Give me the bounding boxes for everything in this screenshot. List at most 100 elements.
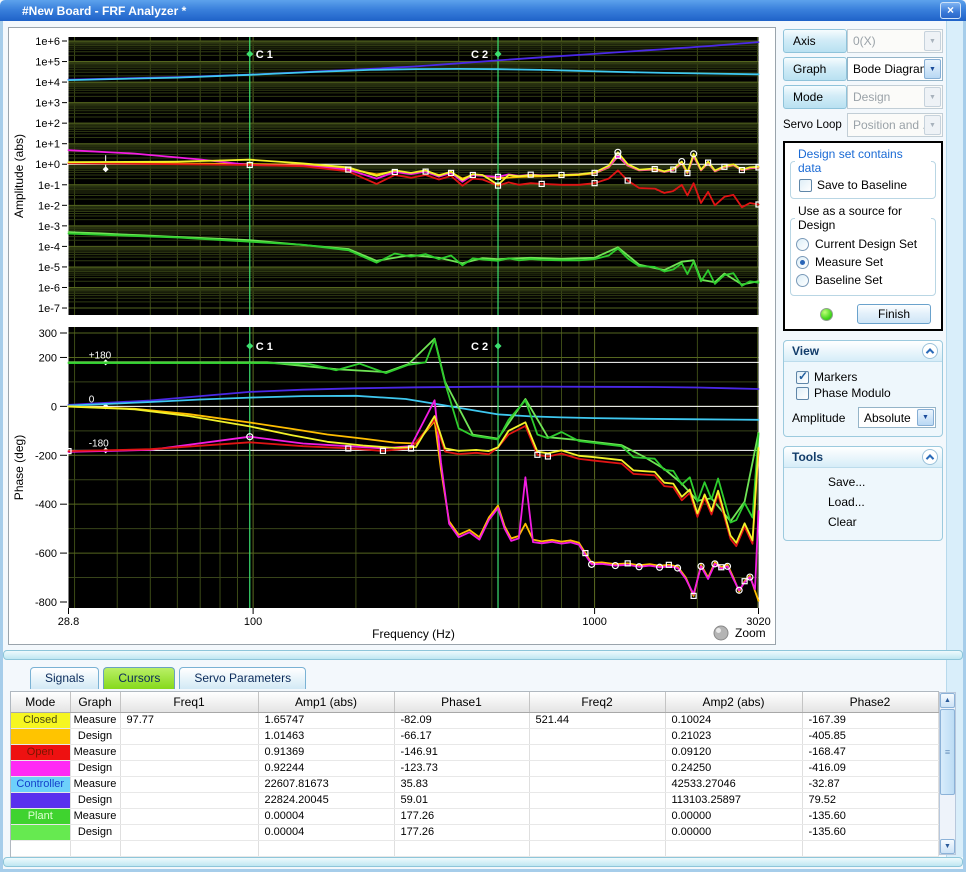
table-row[interactable]: ClosedMeasure97.771.65747-82.09521.440.1… [11,712,938,728]
table-row[interactable]: Design0.00004177.260.00000-135.60 [11,824,938,840]
table-row[interactable]: Design1.01463-66.170.21023-405.85 [11,728,938,744]
radio-baseline-set[interactable]: Baseline Set [796,273,931,287]
status-led-icon [820,308,833,321]
title-bar[interactable]: #New Board - FRF Analyzer * × [0,0,966,21]
table-cell: 0.00000 [665,824,802,840]
chevron-down-icon[interactable]: ▼ [917,409,934,426]
markers-row[interactable]: Markers [796,370,936,384]
view-expander-header[interactable]: View [784,341,942,362]
amplitude-dropdown[interactable]: Absolute ▼ [858,407,936,428]
save-to-baseline-checkbox[interactable] [799,179,812,192]
svg-text:1e-2: 1e-2 [38,200,60,212]
radio-icon[interactable] [796,238,809,251]
column-header[interactable]: Phase1 [394,692,529,712]
svg-text:-600: -600 [35,548,57,560]
mode-swatch-cell [11,760,70,776]
tab-servo-parameters[interactable]: Servo Parameters [179,667,306,689]
column-header[interactable]: Amp2 (abs) [665,692,802,712]
column-header[interactable]: Freq1 [120,692,258,712]
close-button[interactable]: × [940,2,961,19]
mode-dropdown[interactable]: Design ▼ [847,85,943,109]
table-cell [529,776,665,792]
scroll-up-icon[interactable]: ▲ [940,693,955,708]
radio-current-design-set[interactable]: Current Design Set [796,237,931,251]
axis-dropdown[interactable]: 0(X) ▼ [847,29,943,53]
save-to-baseline-row[interactable]: Save to Baseline [799,178,931,192]
table-cell: 59.01 [394,792,529,808]
table-cell: -416.09 [802,760,938,776]
table-cell [70,840,120,856]
scrollbar-thumb[interactable]: ≡ [940,709,955,795]
column-header[interactable]: Phase2 [802,692,938,712]
table-cell: 177.26 [394,808,529,824]
tools-load-item[interactable]: Load... [784,492,942,512]
finish-button[interactable]: Finish [857,304,931,324]
amplitude-row: Amplitude Absolute ▼ [792,407,936,428]
chevron-down-icon[interactable]: ▼ [924,31,941,51]
table-row[interactable]: PlantMeasure0.00004177.260.00000-135.60 [11,808,938,824]
table-cell: 0.00004 [258,808,394,824]
horizontal-splitter[interactable] [3,650,963,660]
column-header[interactable]: Mode [11,692,70,712]
tab-signals[interactable]: Signals [30,667,99,689]
table-cell [258,840,394,856]
chevron-down-icon[interactable]: ▼ [924,59,941,79]
graph-dropdown[interactable]: Bode Diagram ▼ [847,57,943,81]
table-row[interactable]: Design22824.2004559.01113103.2589779.52 [11,792,938,808]
table-cell [120,728,258,744]
svg-text:-200: -200 [35,450,57,462]
table-cell: -82.09 [394,712,529,728]
table-cell: 1.65747 [258,712,394,728]
tools-save-item[interactable]: Save... [784,472,942,492]
table-row[interactable]: ControllerMeasure22607.8167335.8342533.2… [11,776,938,792]
chevron-down-icon[interactable]: ▼ [924,115,941,135]
chevron-down-icon[interactable]: ▼ [924,87,941,107]
control-panel: Axis 0(X) ▼ Graph Bode Diagram ▼ Mode De… [783,29,943,541]
zoom-sphere-icon[interactable] [714,626,728,640]
table-row[interactable]: OpenMeasure0.91369-146.910.09120-168.47 [11,744,938,760]
svg-text:1e-7: 1e-7 [38,303,60,315]
collapse-chevron-icon[interactable] [922,343,938,359]
radio-icon[interactable] [796,256,809,269]
radio-icon[interactable] [796,274,809,287]
table-cell [529,728,665,744]
bode-chart-panel[interactable]: +1800-180C 1C 1C 2C 21e+61e+51e+41e+31e+… [8,27,776,645]
scroll-down-icon[interactable]: ▼ [940,839,955,854]
table-cell [529,744,665,760]
svg-text:C 2: C 2 [471,341,488,353]
graph-label-button[interactable]: Graph [783,57,847,81]
servo-loop-dropdown[interactable]: Position and ... ▼ [847,113,943,137]
table-scrollbar[interactable]: ▲ ≡ ▼ [939,692,956,855]
axis-label-button[interactable]: Axis [783,29,847,53]
tools-expander: Tools Save... Load... Clear [783,446,943,541]
tab-cursors[interactable]: Cursors [103,667,175,689]
svg-text:1e-1: 1e-1 [38,180,60,192]
mode-swatch-cell [11,824,70,840]
radio-label: Measure Set [815,255,883,269]
table-cell: Design [70,792,120,808]
svg-text:C 1: C 1 [256,49,273,61]
tools-expander-header[interactable]: Tools [784,447,942,468]
svg-text:C 2: C 2 [471,49,488,61]
radio-measure-set[interactable]: Measure Set [796,255,931,269]
table-cell: -66.17 [394,728,529,744]
column-header[interactable]: Amp1 (abs) [258,692,394,712]
phase-modulo-checkbox[interactable] [796,387,809,400]
table-cell: 35.83 [394,776,529,792]
table-cell: 0.09120 [665,744,802,760]
column-header[interactable]: Freq2 [529,692,665,712]
svg-text:Frequency (Hz): Frequency (Hz) [372,627,455,641]
collapse-chevron-icon[interactable] [922,449,938,465]
svg-text:1e-6: 1e-6 [38,282,60,294]
axis-value: 0(X) [853,34,876,48]
phase-modulo-row[interactable]: Phase Modulo [796,386,936,400]
column-header[interactable]: Graph [70,692,120,712]
window-frame-left [0,21,3,872]
table-row[interactable]: Design0.92244-123.730.24250-416.09 [11,760,938,776]
markers-checkbox[interactable] [796,371,809,384]
mode-label-button[interactable]: Mode [783,85,847,109]
svg-text:1e+6: 1e+6 [35,36,60,48]
tools-clear-item[interactable]: Clear [784,512,942,532]
table-cell [394,840,529,856]
bode-charts-svg[interactable]: +1800-180C 1C 1C 2C 21e+61e+51e+41e+31e+… [9,28,775,644]
